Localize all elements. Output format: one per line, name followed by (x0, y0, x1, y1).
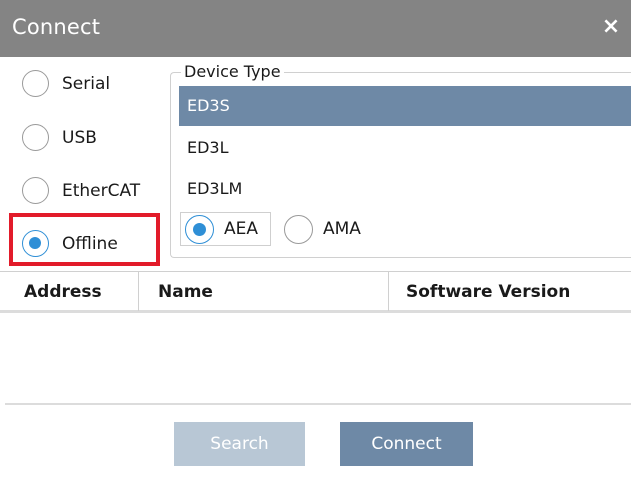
title-bar: Connect × (0, 0, 631, 57)
device-item-ed3l[interactable]: ED3L (179, 128, 631, 168)
column-divider[interactable] (388, 272, 389, 311)
radio-serial[interactable]: Serial (22, 70, 110, 97)
device-table-header: Address Name Software Version (0, 271, 631, 313)
radio-usb[interactable]: USB (22, 124, 97, 151)
device-table-body[interactable] (0, 313, 631, 403)
highlight-box (9, 213, 160, 266)
radio-selected-icon (185, 214, 214, 244)
radio-circle-icon (22, 124, 49, 151)
device-item-ed3s[interactable]: ED3S (179, 86, 631, 126)
column-header-name[interactable]: Name (148, 272, 388, 311)
device-item-ed3lm[interactable]: ED3LM (179, 169, 631, 209)
window-title: Connect (12, 15, 101, 39)
connect-button[interactable]: Connect (340, 422, 473, 466)
radio-aea[interactable]: AEA (180, 212, 271, 246)
divider (5, 403, 631, 405)
column-header-software-version[interactable]: Software Version (396, 272, 631, 311)
radio-ama-label: AMA (323, 219, 361, 239)
radio-ethercat[interactable]: EtherCAT (22, 177, 140, 204)
search-button[interactable]: Search (174, 422, 305, 466)
radio-circle-icon (22, 70, 49, 97)
radio-ethercat-label: EtherCAT (62, 180, 141, 201)
radio-circle-icon (22, 177, 49, 204)
device-type-legend: Device Type (181, 62, 284, 81)
column-divider[interactable] (138, 272, 139, 311)
radio-serial-label: Serial (62, 73, 111, 94)
radio-circle-icon (284, 214, 313, 244)
radio-aea-label: AEA (224, 219, 258, 239)
radio-usb-label: USB (62, 127, 97, 148)
column-header-address[interactable]: Address (14, 272, 138, 311)
close-icon[interactable]: × (596, 12, 626, 42)
radio-ama[interactable]: AMA (284, 212, 361, 246)
